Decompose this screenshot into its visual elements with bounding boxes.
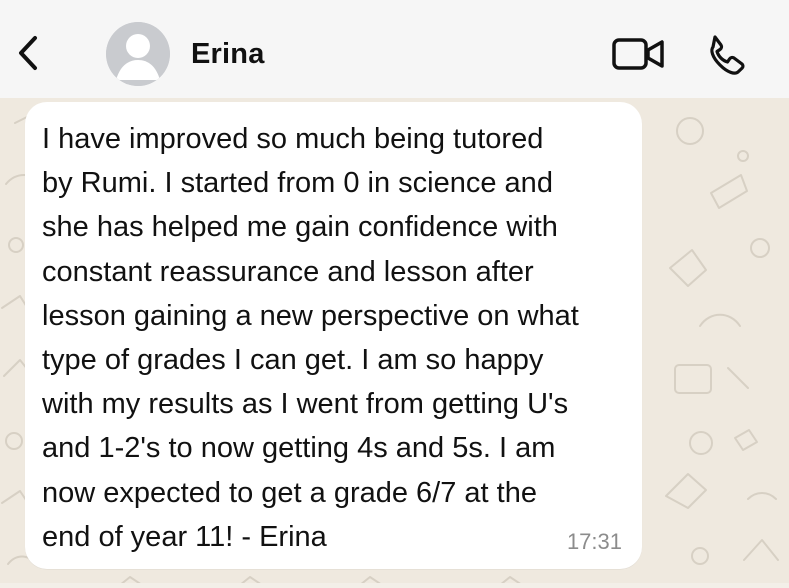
video-camera-icon: [612, 38, 664, 70]
video-call-button[interactable]: [610, 34, 668, 76]
message-text: I have improved so much being tutored by…: [42, 123, 579, 553]
chevron-left-icon: [19, 36, 37, 70]
contact-name[interactable]: Erina: [191, 38, 265, 71]
message-bubble[interactable]: I have improved so much being tutored by…: [25, 102, 642, 569]
phone-icon: [710, 35, 745, 75]
message-time: 17:31: [566, 529, 622, 554]
back-button[interactable]: [10, 30, 50, 78]
chat-header: Erina: [0, 0, 789, 98]
voice-call-button[interactable]: [700, 31, 748, 79]
avatar[interactable]: [106, 22, 170, 86]
default-avatar-icon: [106, 22, 170, 86]
